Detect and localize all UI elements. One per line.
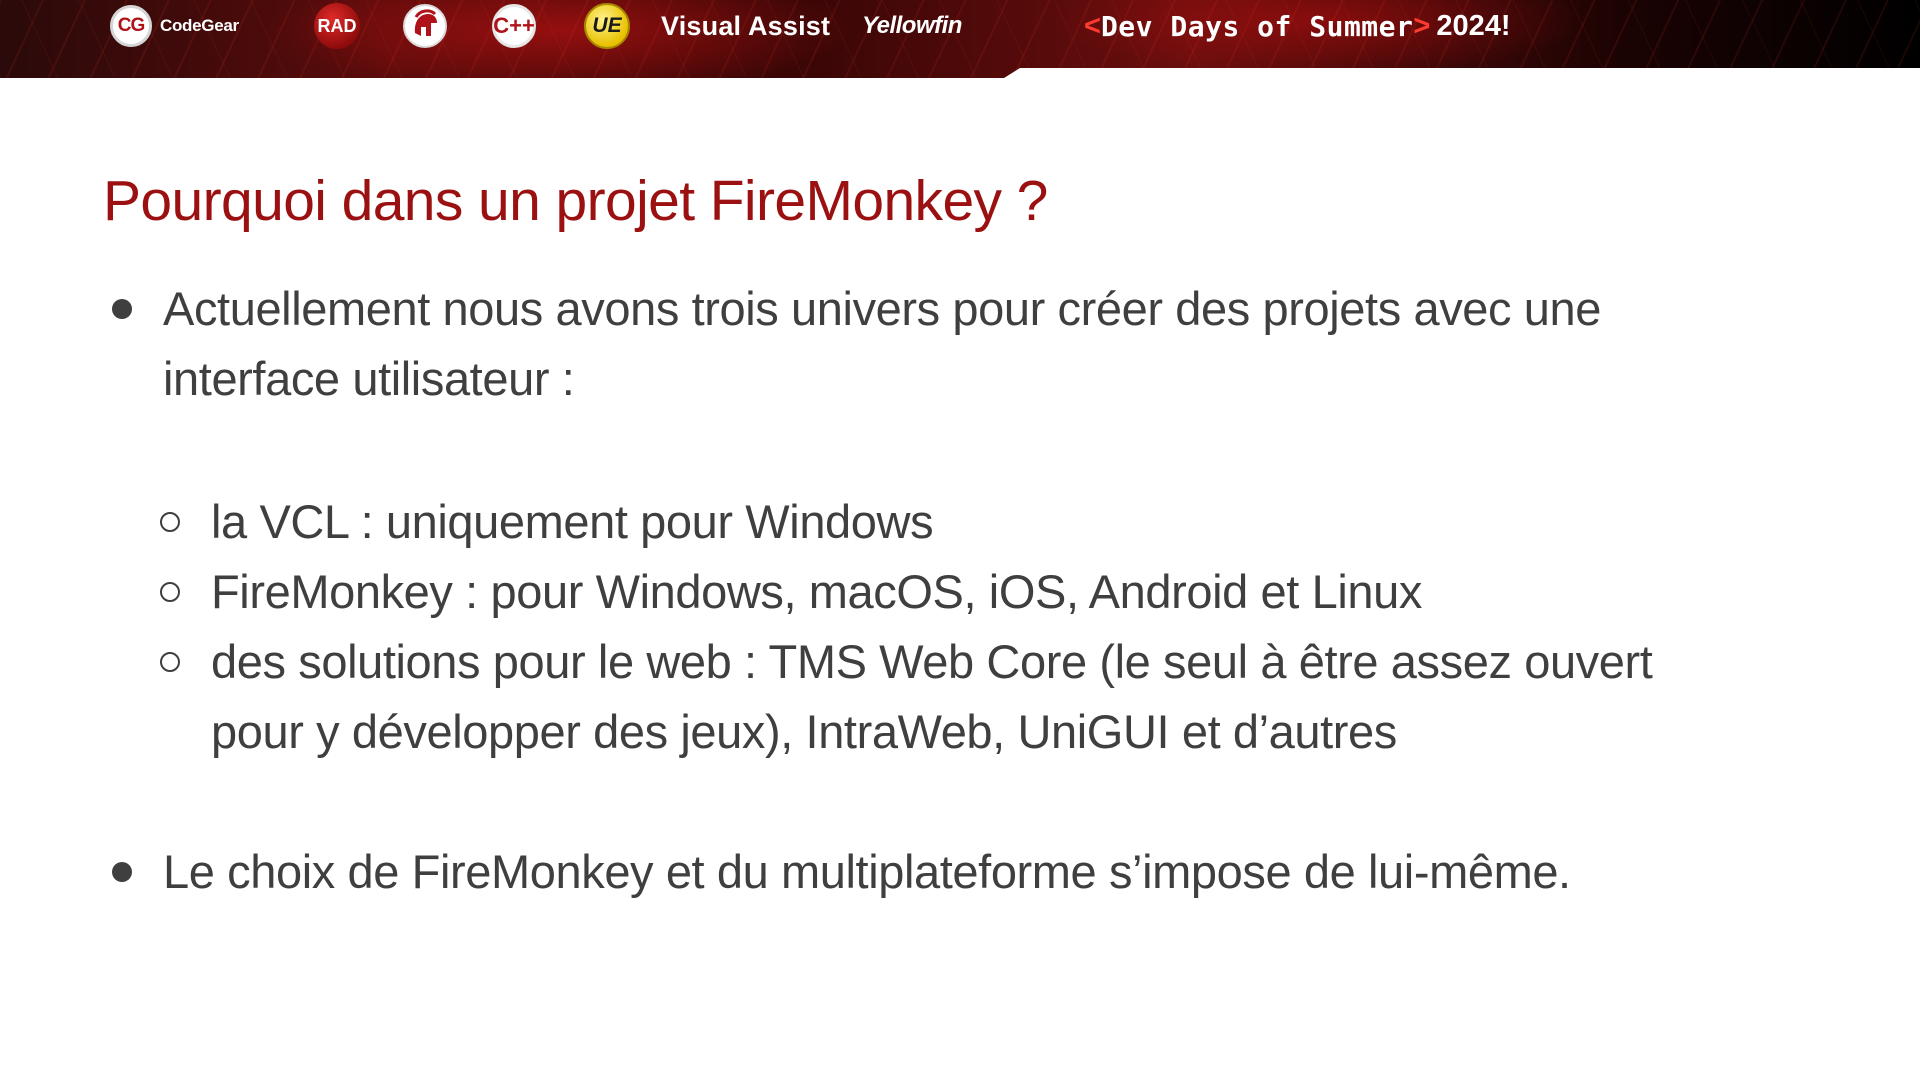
spartan-helmet-icon xyxy=(403,4,447,48)
event-close-bracket: > xyxy=(1413,9,1431,42)
bullet-dot-icon xyxy=(112,862,132,882)
codegear-badge-icon: CG xyxy=(110,5,152,47)
delphi-helmet-logo xyxy=(402,0,448,52)
rad-studio-logo: RAD xyxy=(314,0,360,52)
event-name: Dev Days of Summer xyxy=(1100,9,1414,43)
bullet-text: Actuellement nous avons trois univers po… xyxy=(163,282,1602,335)
sub-bullet-circle-icon xyxy=(160,512,180,532)
event-title: < Dev Days of Summer > 2024! xyxy=(1084,0,1510,52)
yellowfin-label: Yellowfin xyxy=(862,12,962,39)
event-year: 2024! xyxy=(1436,9,1511,42)
rad-badge-icon: RAD xyxy=(314,3,360,49)
sub-bullet-circle-icon xyxy=(160,582,180,602)
bullet-dot-icon xyxy=(112,299,132,319)
slide-title: Pourquoi dans un projet FireMonkey ? xyxy=(103,169,1048,233)
bullet-text: interface utilisateur : xyxy=(163,352,575,405)
ue-badge-icon: UE xyxy=(584,3,630,49)
cpp-badge-icon: C++ xyxy=(492,4,536,48)
codegear-logo: CG CodeGear xyxy=(110,0,239,52)
bullet-text: Le choix de FireMonkey et du multiplatef… xyxy=(163,845,1571,898)
ultraedit-logo: UE xyxy=(584,0,630,52)
event-open-bracket: < xyxy=(1084,9,1101,42)
sub-bullet-text: des solutions pour le web : TMS Web Core… xyxy=(211,635,1653,688)
codegear-label: CodeGear xyxy=(160,16,239,35)
yellowfin-logo: Yellowfin xyxy=(862,0,962,52)
sub-bullet-text: la VCL : uniquement pour Windows xyxy=(211,495,934,548)
sub-bullet-text: FireMonkey : pour Windows, macOS, iOS, A… xyxy=(211,565,1422,618)
cpp-builder-logo: C++ xyxy=(492,0,536,52)
visual-assist-label: Visual Assist xyxy=(661,10,831,41)
visual-assist-logo: Visual Assist xyxy=(661,0,830,52)
slide: CG CodeGear RAD C++ UE Visual Assist Yel… xyxy=(0,0,1920,1080)
sub-bullet-circle-icon xyxy=(160,652,180,672)
sub-bullet-text: pour y développer des jeux), IntraWeb, U… xyxy=(211,705,1397,758)
